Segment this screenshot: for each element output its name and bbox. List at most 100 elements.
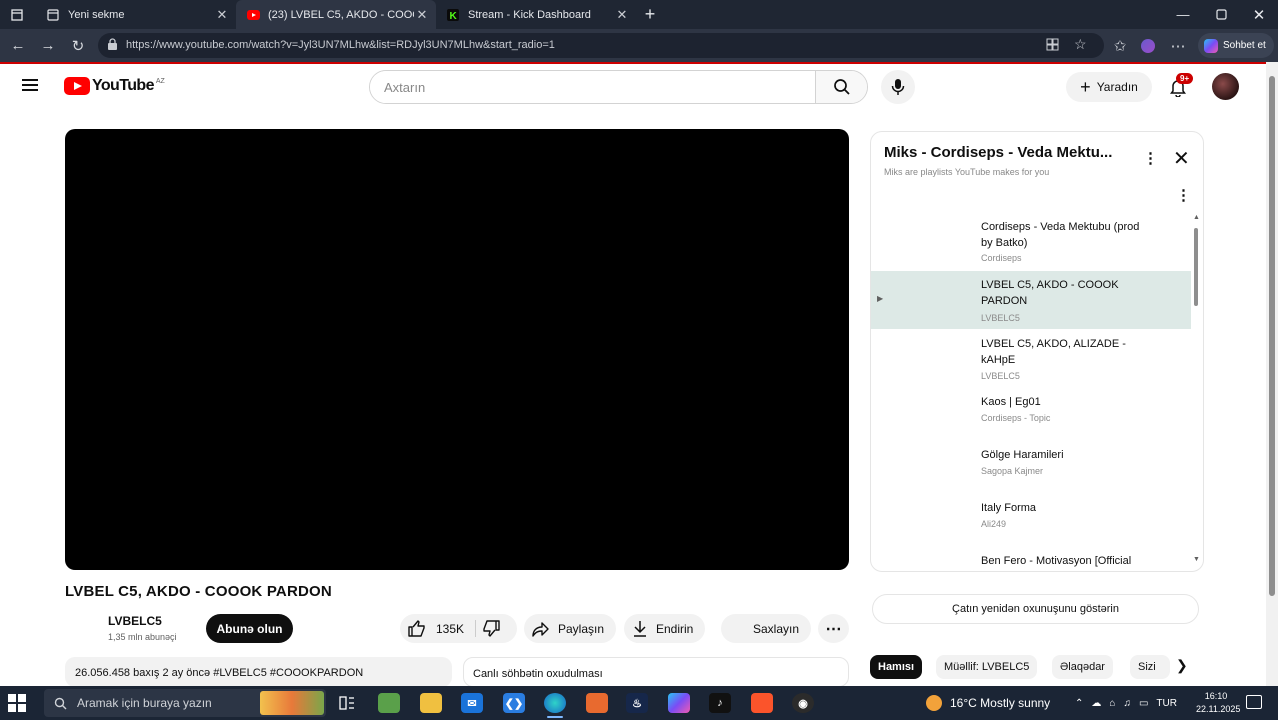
playlist-item-thumbnail (887, 446, 971, 494)
tiktok-icon[interactable]: ♪ (709, 693, 731, 713)
youtube-logo[interactable]: YouTube AZ (64, 77, 165, 95)
battery-icon[interactable]: ▭ (1139, 698, 1148, 709)
network-icon[interactable]: ⌂ (1109, 698, 1115, 709)
taskbar-weather[interactable]: 16°C Mostly sunny (926, 686, 1050, 720)
search-button[interactable] (815, 71, 867, 103)
playlist-item[interactable]: Kaos | Eg01 Cordiseps - Topic (871, 388, 1191, 446)
share-button[interactable]: Paylaşın (524, 614, 617, 643)
back-icon[interactable]: ← (4, 29, 32, 62)
close-window-icon[interactable]: ✕ (1240, 0, 1278, 29)
favorite-star-icon[interactable]: ☆ (1074, 36, 1087, 53)
close-tab-icon[interactable]: ✕ (614, 7, 630, 23)
playlist-scrollbar-thumb[interactable] (1194, 228, 1198, 306)
more-actions-button[interactable]: ⋯ (818, 614, 849, 643)
playlist-item[interactable]: Italy Forma Ali249 (871, 494, 1191, 552)
playlist-more-icon[interactable]: ⋮ (1176, 186, 1191, 204)
obs-icon[interactable]: ◉ (792, 693, 814, 713)
playlist-item-channel: Cordiseps - Topic (981, 413, 1051, 423)
task-view-icon[interactable] (336, 693, 358, 713)
cloud-icon[interactable]: ☁ (1091, 698, 1101, 709)
playlist-item-active[interactable]: ▶ LVBEL C5, AKDO - COOOK PARDON LVBELC5 (871, 271, 1191, 329)
maximize-icon[interactable] (1202, 0, 1240, 29)
more-menu-icon[interactable]: ⋯ (1164, 29, 1192, 62)
steam-icon[interactable]: ♨ (626, 693, 648, 713)
channel-name[interactable]: LVBELC5 (108, 614, 162, 628)
save-button[interactable]: Saxlayın (721, 614, 812, 643)
input-language[interactable]: TUR (1156, 698, 1177, 709)
chat-button[interactable]: Sohbet et (1198, 33, 1274, 58)
dislike-button[interactable] (482, 614, 500, 643)
new-tab-icon[interactable]: + (636, 0, 664, 29)
extension-icon[interactable] (1134, 29, 1162, 62)
tab-youtube[interactable]: (23) LVBEL C5, AKDO - COOOK PARDON - You… (236, 0, 436, 29)
notification-center-icon[interactable] (1246, 695, 1262, 709)
edge-browser-icon[interactable] (544, 693, 566, 718)
minimize-icon[interactable]: — (1164, 0, 1202, 29)
playlist-title[interactable]: Miks - Cordiseps - Veda Mektu... (884, 144, 1112, 161)
forward-icon[interactable]: → (34, 29, 62, 62)
playlist-item-title: LVBEL C5, AKDO, ALIZADE - kAHpE (981, 338, 1126, 366)
close-tab-icon[interactable]: ✕ (414, 7, 430, 23)
favorites-icon[interactable]: ✩ (1106, 29, 1134, 62)
url-field[interactable]: https://www.youtube.com/watch?v=Jyl3UN7M… (98, 33, 1104, 58)
tray-chevron-icon[interactable]: ⌃ (1075, 698, 1083, 709)
playlist-item[interactable]: Cordiseps - Veda Mektubu (prod by Batko)… (871, 213, 1191, 271)
account-avatar[interactable] (1212, 73, 1239, 100)
taskbar-search-box[interactable]: Aramak için buraya yazın (44, 689, 326, 717)
thumbs-down-icon (483, 620, 500, 637)
download-label: Endirin (656, 621, 694, 636)
tab-kick[interactable]: K Stream - Kick Dashboard ✕ (436, 0, 636, 29)
create-button[interactable]: + Yaradın (1066, 72, 1152, 102)
video-player[interactable] (65, 129, 849, 570)
chip-all[interactable]: Hamısı (870, 655, 923, 679)
playlist-item[interactable]: Gölge Haramileri Sagopa Kajmer (871, 441, 1191, 499)
subscribe-button[interactable]: Abunə olun (206, 614, 293, 643)
taskbar-clock[interactable]: 16:10 22.11.2025 (1196, 690, 1241, 716)
minecraft-icon[interactable] (378, 693, 400, 713)
brave-browser-icon[interactable] (751, 693, 773, 713)
search-box (369, 70, 868, 104)
copilot-taskbar-icon[interactable] (668, 693, 690, 713)
youtube-favicon-icon (246, 8, 260, 22)
photos-icon[interactable] (586, 693, 608, 713)
chat-replay-header: Canlı söhbətin oxudulması (463, 657, 849, 687)
chip-for-you[interactable]: Sizi (1130, 655, 1170, 679)
logo-text: YouTube (92, 77, 154, 94)
tab-new-tab[interactable]: Yeni sekme ✕ (36, 0, 236, 29)
file-explorer-icon[interactable] (420, 693, 442, 713)
scroll-down-icon[interactable]: ▼ (1193, 556, 1200, 563)
vscode-icon[interactable]: ❮❯ (503, 693, 525, 713)
playlist-menu-icon[interactable]: ⋮ (1143, 149, 1158, 167)
playlist-scrollbar[interactable]: ▲ ▼ (1193, 214, 1200, 568)
chevron-right-icon[interactable]: ❯ (1176, 657, 1188, 674)
lock-icon[interactable] (107, 38, 118, 56)
close-tab-icon[interactable]: ✕ (214, 7, 230, 23)
like-button[interactable]: 135K (408, 614, 464, 643)
outlook-icon[interactable]: ✉ (461, 693, 483, 713)
reload-icon[interactable]: ↻ (64, 29, 92, 62)
taskbar-search-placeholder: Aramak için buraya yazın (77, 696, 212, 710)
scroll-up-icon[interactable]: ▲ (1193, 214, 1200, 221)
description-box[interactable]: 26.056.458 baxış 2 ay öncə #LVBELC5 #COO… (65, 657, 452, 687)
playlist-item[interactable]: Ben Fero - Motivasyon [Official (871, 547, 1191, 571)
volume-icon[interactable]: ♫ (1123, 698, 1131, 709)
close-icon[interactable]: ✕ (1173, 146, 1190, 171)
chip-from-author[interactable]: Müəllif: LVBELC5 (936, 655, 1038, 679)
app-available-icon[interactable] (1046, 38, 1059, 56)
show-chat-replay-button[interactable]: Çatın yenidən oxunuşunu göstərin (872, 594, 1199, 624)
channel-avatar[interactable] (65, 613, 101, 649)
voice-search-button[interactable] (881, 70, 915, 104)
page-scrollbar[interactable] (1266, 62, 1278, 686)
menu-icon[interactable] (22, 76, 48, 98)
search-input[interactable] (370, 71, 816, 103)
clock-date: 22.11.2025 (1196, 704, 1241, 714)
plus-icon: + (1080, 77, 1091, 97)
chat-button-label: Sohbet et (1223, 40, 1266, 51)
page-scrollbar-thumb[interactable] (1269, 76, 1275, 596)
playlist-item[interactable]: LVBEL C5, AKDO, ALIZADE - kAHpE LVBELC5 (871, 330, 1191, 388)
windows-start-icon[interactable] (8, 694, 26, 712)
tab-actions-icon[interactable] (0, 0, 34, 29)
chip-related[interactable]: Əlaqədar (1052, 655, 1113, 679)
url-text: https://www.youtube.com/watch?v=Jyl3UN7M… (126, 39, 555, 51)
download-button[interactable]: Endirin (624, 614, 706, 643)
